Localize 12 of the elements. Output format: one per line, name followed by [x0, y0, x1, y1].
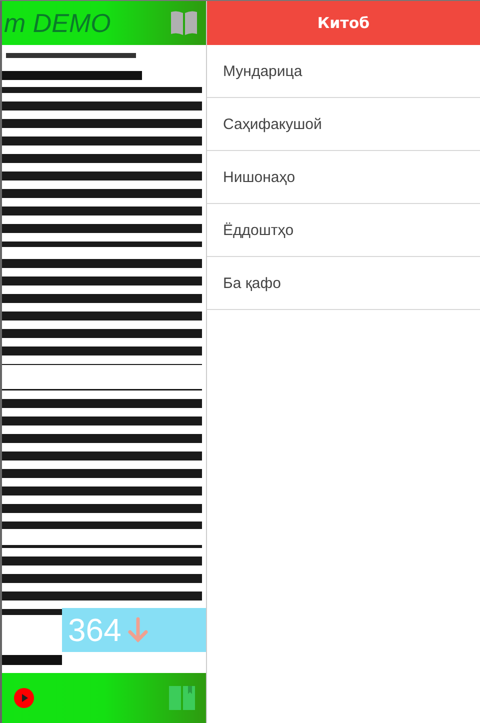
- book-icon[interactable]: [170, 10, 198, 36]
- drawer-title: Китоб: [317, 14, 370, 32]
- app-title: m DEMO: [4, 8, 111, 38]
- menu-item[interactable]: Ёддоштҳо: [207, 204, 480, 257]
- bookmark-book-icon[interactable]: [168, 685, 196, 711]
- play-icon[interactable]: [14, 688, 34, 708]
- menu-item[interactable]: Саҳифакушой: [207, 98, 480, 151]
- page-number: 364: [68, 612, 122, 648]
- arrow-down-icon[interactable]: [127, 617, 150, 643]
- menu-item[interactable]: Нишонаҳо: [207, 151, 480, 204]
- menu-item[interactable]: Мундарица: [207, 45, 480, 98]
- menu-item[interactable]: Ба қафо: [207, 257, 480, 310]
